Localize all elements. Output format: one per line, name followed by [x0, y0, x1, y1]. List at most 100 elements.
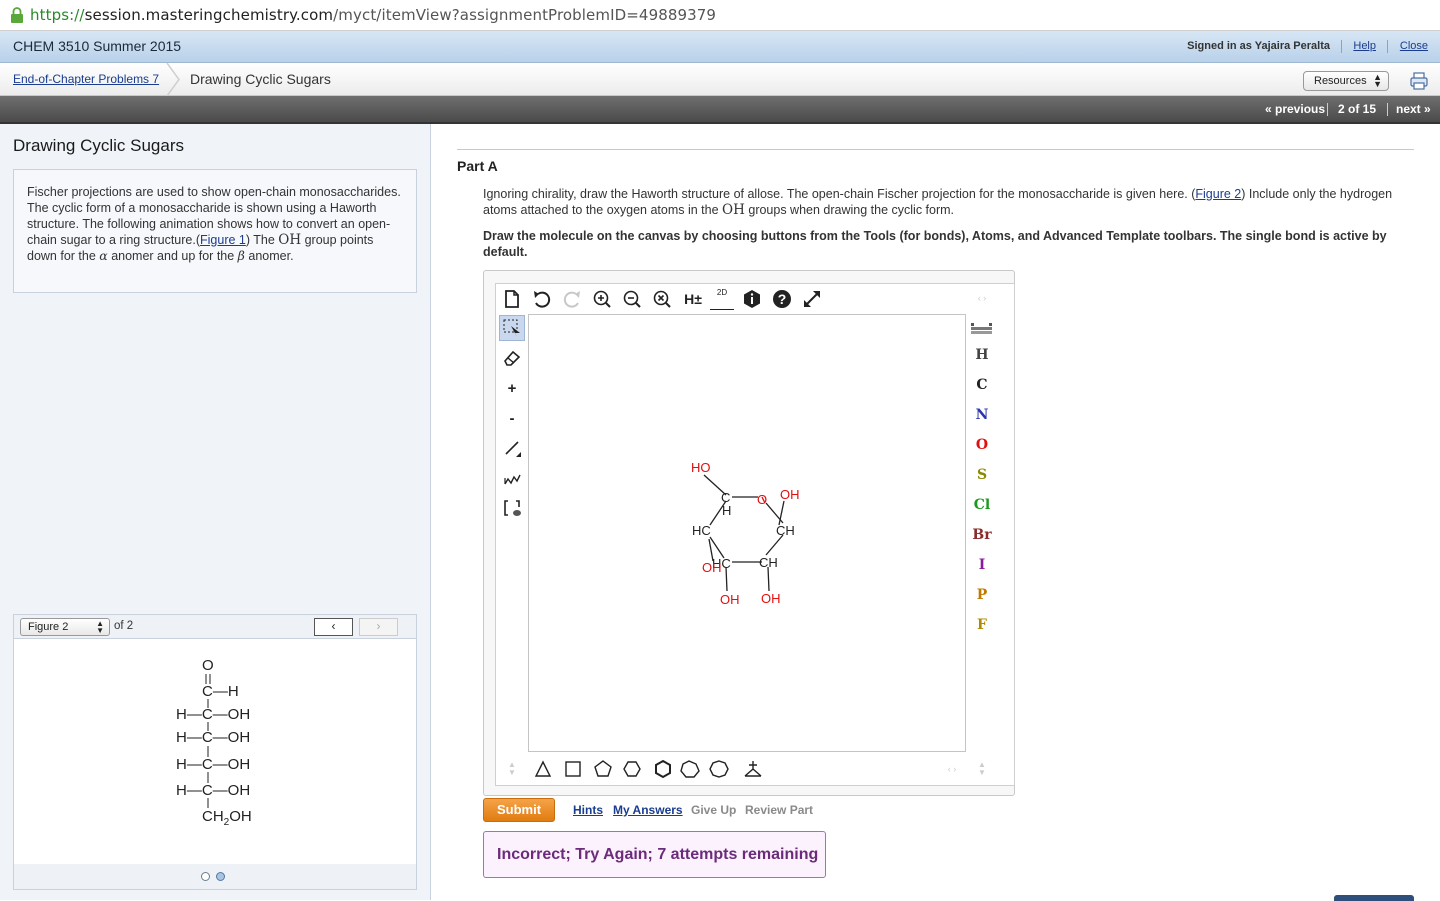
- cyclobutane-icon: [565, 761, 581, 777]
- figure-pager: [13, 864, 417, 890]
- figure-2-link[interactable]: Figure 2: [1195, 187, 1241, 201]
- redo-icon[interactable]: [561, 288, 583, 310]
- part-divider: [457, 149, 1414, 150]
- figure-next-button[interactable]: ›: [359, 618, 398, 636]
- expand-horizontal-icon[interactable]: ‹ ›: [972, 291, 992, 305]
- zoom-in-icon[interactable]: [591, 288, 613, 310]
- new-doc-icon[interactable]: [501, 288, 523, 310]
- atom-button-o[interactable]: O: [968, 437, 996, 453]
- atom-label: H: [722, 503, 731, 518]
- breadcrumb-chevron-icon: [166, 63, 180, 96]
- fischer-row: H—C—OH: [176, 756, 250, 773]
- figure-1-link[interactable]: Figure 1: [200, 233, 246, 247]
- chevron-left-icon: ‹: [331, 619, 336, 633]
- figure-viewer: O C—H H—C—OH H—C—OH H—C—OH H—C—OH CH2OH: [13, 638, 417, 865]
- charge-minus-tool[interactable]: -: [499, 405, 525, 431]
- lock-icon: [11, 7, 23, 23]
- breadcrumb-parent-link[interactable]: End-of-Chapter Problems 7: [13, 72, 159, 86]
- atom-label: OH: [780, 487, 800, 502]
- expand-horizontal-icon[interactable]: ‹ ›: [942, 762, 962, 776]
- fischer-c1: C—H: [202, 683, 239, 700]
- atom-button-p[interactable]: P: [968, 587, 996, 603]
- address-bar[interactable]: https://session.masteringchemistry.com/m…: [0, 0, 1440, 31]
- figure-count: of 2: [114, 620, 134, 632]
- periodic-table-icon[interactable]: [970, 320, 994, 336]
- info-icon[interactable]: [741, 288, 763, 310]
- template-toolbar[interactable]: [532, 759, 767, 781]
- eraser-tool[interactable]: [499, 345, 525, 371]
- undo-icon[interactable]: [531, 288, 553, 310]
- problem-intro-panel: Drawing Cyclic Sugars Fischer projection…: [0, 124, 431, 900]
- figure-prev-button[interactable]: ‹: [314, 618, 353, 636]
- atom-label: HO: [691, 460, 711, 475]
- signed-in-user: Signed in as Yajaira Peralta: [1187, 40, 1330, 52]
- updown-arrows-icon: ▲ ▼: [1373, 72, 1382, 89]
- problem-navigation: « previous 2 of 15 next »: [0, 96, 1440, 124]
- zoom-reset-icon[interactable]: [651, 288, 673, 310]
- feedback-message: Incorrect; Try Again; 7 attempts remaini…: [483, 831, 826, 878]
- atom-button-i[interactable]: I: [968, 557, 996, 573]
- problem-title: Drawing Cyclic Sugars: [13, 136, 184, 155]
- figure-select[interactable]: Figure 2 ▲ ▼: [20, 618, 110, 636]
- my-answers-link[interactable]: My Answers: [613, 803, 683, 817]
- part-label: Part A: [457, 158, 498, 174]
- atom-button-s[interactable]: S: [968, 467, 996, 483]
- atom-button-cl[interactable]: Cl: [968, 497, 996, 513]
- atom-label: OH: [702, 560, 722, 575]
- cyclopentane-icon: [594, 760, 612, 777]
- pager-dot-active[interactable]: [216, 872, 225, 881]
- cyclooctane-icon: [709, 760, 729, 778]
- charge-plus-tool[interactable]: +: [499, 375, 525, 401]
- cycloheptane-icon: [680, 760, 700, 778]
- atom-label: CH: [759, 555, 778, 570]
- question-text: Ignoring chirality, draw the Haworth str…: [483, 187, 1393, 218]
- resources-dropdown[interactable]: Resources ▲ ▼: [1303, 71, 1389, 91]
- chevron-right-icon: ›: [376, 619, 381, 633]
- drawn-molecule[interactable]: HO C O OH H HC CH HC OH CH OH OH: [680, 455, 810, 615]
- fischer-row: H—C—OH: [176, 706, 250, 723]
- atom-label: HC: [692, 523, 711, 538]
- bracket-tool[interactable]: [499, 495, 525, 521]
- next-link[interactable]: next »: [1396, 102, 1431, 116]
- previous-link[interactable]: « previous: [1265, 102, 1325, 116]
- fullscreen-icon[interactable]: [801, 288, 823, 310]
- single-bond-icon: [505, 441, 521, 457]
- fischer-bottom: CH2OH: [202, 808, 252, 828]
- continue-button-stub[interactable]: [1334, 895, 1414, 901]
- chain-tool[interactable]: [499, 465, 525, 491]
- atom-button-f[interactable]: F: [968, 617, 996, 633]
- atom-button-c[interactable]: C: [968, 377, 996, 393]
- submit-button[interactable]: Submit: [483, 798, 555, 822]
- scroll-arrows-icon[interactable]: ▲ ▼: [504, 756, 520, 782]
- intro-text-box: Fischer projections are used to show ope…: [13, 169, 417, 293]
- pager-dot[interactable]: [201, 872, 210, 881]
- select-tool[interactable]: [499, 315, 525, 341]
- close-link[interactable]: Close: [1400, 40, 1428, 52]
- print-icon[interactable]: [1409, 71, 1429, 91]
- cyclohexane-icon: [623, 761, 641, 777]
- atom-label: OH: [720, 592, 740, 607]
- breadcrumb: End-of-Chapter Problems 7 Drawing Cyclic…: [0, 63, 1440, 96]
- figure-toolbar: Figure 2 ▲ ▼ of 2 ‹ ›: [13, 614, 417, 639]
- zoom-out-icon[interactable]: [621, 288, 643, 310]
- atom-button-h[interactable]: H: [968, 347, 996, 363]
- instruction-text: Draw the molecule on the canvas by choos…: [483, 229, 1387, 259]
- atom-label: O: [757, 492, 767, 507]
- 2d-clean-icon[interactable]: 2D: [710, 288, 734, 310]
- help-icon[interactable]: ?: [771, 288, 793, 310]
- atom-label: OH: [761, 591, 781, 606]
- atom-button-br[interactable]: Br: [968, 527, 996, 543]
- bracket-icon: [504, 500, 521, 516]
- atom-button-n[interactable]: N: [968, 407, 996, 423]
- eraser-icon: [504, 350, 521, 366]
- chair-template-icon: [744, 761, 762, 777]
- give-up-link[interactable]: Give Up: [691, 803, 736, 817]
- help-link[interactable]: Help: [1353, 40, 1376, 52]
- single-bond-tool[interactable]: [499, 435, 525, 461]
- h-toggle-icon[interactable]: H±: [681, 288, 705, 310]
- benzene-icon: [655, 759, 671, 779]
- review-part-link[interactable]: Review Part: [745, 803, 813, 817]
- scroll-arrows-icon[interactable]: ▲ ▼: [972, 756, 992, 782]
- breadcrumb-current: Drawing Cyclic Sugars: [190, 71, 331, 87]
- hints-link[interactable]: Hints: [573, 803, 603, 817]
